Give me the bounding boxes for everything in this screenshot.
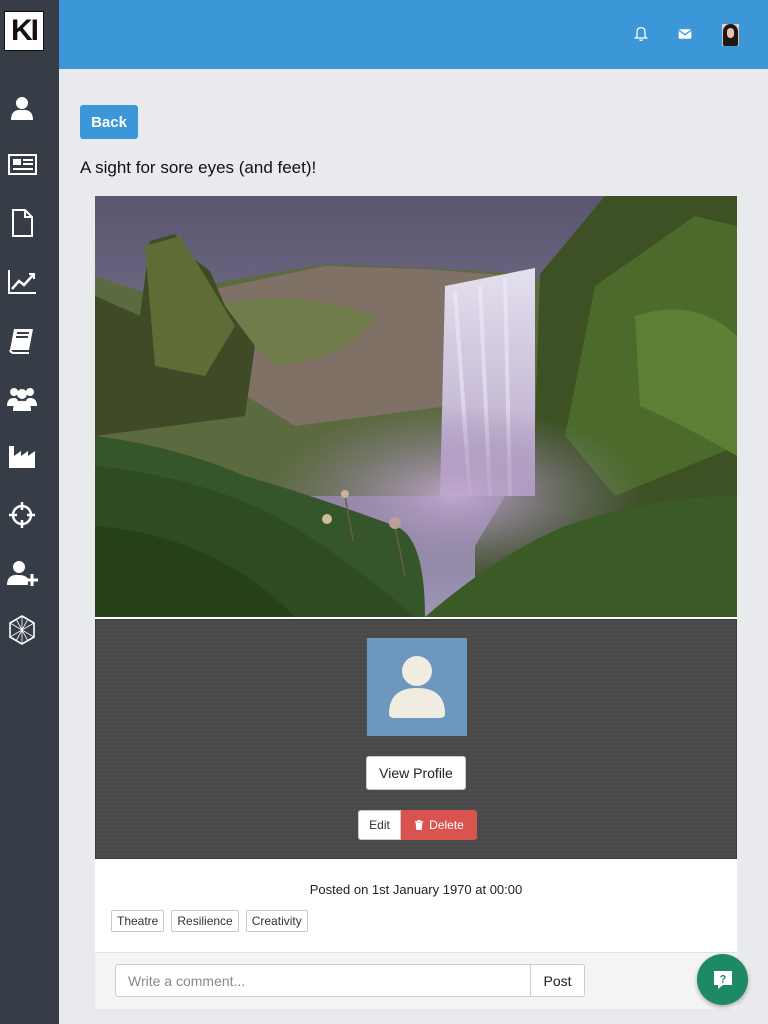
trash-icon <box>414 820 424 830</box>
sidebar-item-news[interactable] <box>6 148 38 180</box>
sidebar-item-groups[interactable] <box>6 382 38 414</box>
sidebar: KI <box>0 0 59 1024</box>
question-chat-icon: ? <box>713 970 732 989</box>
back-button[interactable]: Back <box>80 105 138 139</box>
envelope-icon <box>678 29 692 39</box>
author-avatar <box>367 638 467 736</box>
post-comment-button[interactable]: Post <box>530 964 585 997</box>
chart-line-icon <box>8 270 36 294</box>
waterfall-photo <box>95 196 737 617</box>
delete-label: Delete <box>429 818 464 832</box>
comment-form: Post <box>95 952 737 1009</box>
view-profile-button[interactable]: View Profile <box>366 756 466 790</box>
tag-list: Theatre Resilience Creativity <box>111 910 308 932</box>
sidebar-item-documents[interactable] <box>6 207 38 239</box>
bell-icon <box>633 26 649 42</box>
book-icon <box>9 329 33 354</box>
tag-creativity[interactable]: Creativity <box>245 910 308 932</box>
post-card: View Profile Edit Delete Posted on 1st J… <box>95 196 737 1009</box>
author-panel: View Profile Edit Delete <box>95 619 737 859</box>
default-user-icon <box>389 656 445 718</box>
sidebar-item-invite[interactable] <box>6 557 38 589</box>
sidebar-item-network[interactable] <box>6 614 38 646</box>
user-icon <box>11 97 33 120</box>
notifications-button[interactable] <box>631 24 651 44</box>
user-avatar[interactable] <box>722 24 739 46</box>
user-plus-icon <box>7 561 38 586</box>
sidebar-item-profile[interactable] <box>6 92 38 124</box>
document-icon <box>12 209 33 237</box>
edit-button[interactable]: Edit <box>358 810 401 840</box>
newspaper-icon <box>8 154 37 175</box>
post-image <box>95 196 737 617</box>
sidebar-item-organisations[interactable] <box>6 440 38 472</box>
tag-theatre[interactable]: Theatre <box>111 910 165 932</box>
help-chat-button[interactable]: ? <box>697 954 748 1005</box>
hexagon-network-icon <box>9 615 35 645</box>
sidebar-item-analytics[interactable] <box>6 265 38 297</box>
post-title: A sight for sore eyes (and feet)! <box>80 158 317 177</box>
app-logo[interactable]: KI <box>4 11 44 51</box>
crosshairs-icon <box>9 502 35 528</box>
svg-text:?: ? <box>719 973 726 985</box>
sidebar-item-library[interactable] <box>6 324 38 356</box>
top-bar <box>59 0 768 69</box>
sidebar-item-targets[interactable] <box>6 499 38 531</box>
delete-button[interactable]: Delete <box>401 810 477 840</box>
logo-text: KI <box>11 14 39 47</box>
posted-date: Posted on 1st January 1970 at 00:00 <box>309 882 523 897</box>
tag-resilience[interactable]: Resilience <box>171 910 239 932</box>
comment-input[interactable] <box>115 964 531 997</box>
messages-button[interactable] <box>675 24 695 44</box>
users-group-icon <box>7 388 37 411</box>
industry-icon <box>9 446 35 468</box>
